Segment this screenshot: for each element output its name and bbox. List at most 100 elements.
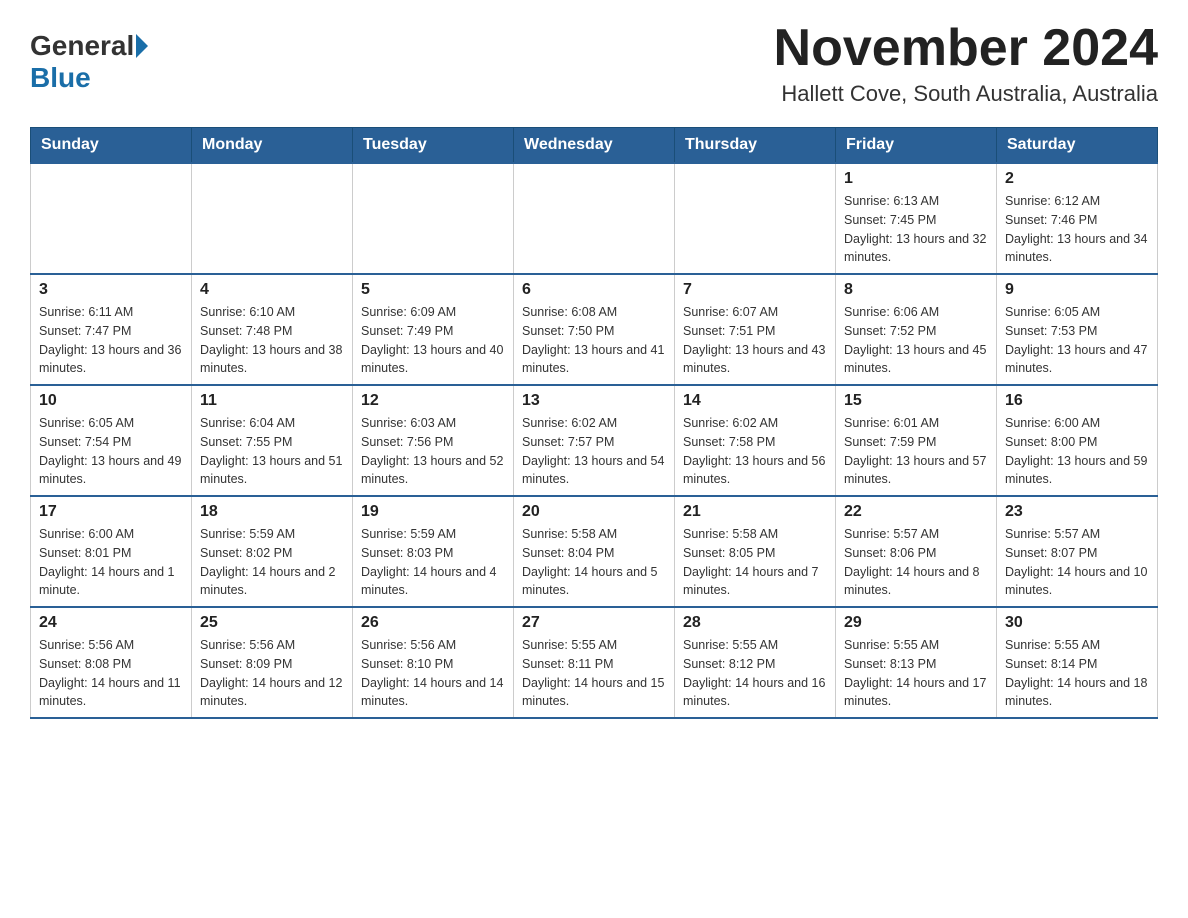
calendar-cell bbox=[192, 163, 353, 274]
calendar-cell: 15Sunrise: 6:01 AMSunset: 7:59 PMDayligh… bbox=[836, 385, 997, 496]
calendar-cell: 28 Sunrise: 5:55 AMSunset: 8:12 PMDayligh… bbox=[675, 607, 836, 718]
day-info: Sunrise: 6:08 AMSunset: 7:50 PMDaylight:… bbox=[522, 303, 666, 378]
day-number: 18 bbox=[200, 503, 344, 521]
day-info: Sunrise: 5:55 AMSunset: 8:11 PMDaylight:… bbox=[522, 636, 666, 711]
calendar-week-1: 1 Sunrise: 6:13 AMSunset: 7:45 PMDaylight… bbox=[31, 163, 1158, 274]
day-number: 16 bbox=[1005, 392, 1149, 410]
day-info: Sunrise: 5:55 AMSunset: 8:12 PMDaylight:… bbox=[683, 636, 827, 711]
calendar-cell bbox=[675, 163, 836, 274]
day-number: 7 bbox=[683, 281, 827, 299]
day-number: 27 bbox=[522, 614, 666, 632]
day-info: Sunrise: 6:06 AMSunset: 7:52 PMDaylight:… bbox=[844, 303, 988, 378]
day-number: 21 bbox=[683, 503, 827, 521]
calendar-cell: 10Sunrise: 6:05 AMSunset: 7:54 PMDayligh… bbox=[31, 385, 192, 496]
day-number: 29 bbox=[844, 614, 988, 632]
day-info: Sunrise: 6:10 AMSunset: 7:48 PMDaylight:… bbox=[200, 303, 344, 378]
calendar-cell: 18 Sunrise: 5:59 AMSunset: 8:02 PMDayligh… bbox=[192, 496, 353, 607]
day-number: 30 bbox=[1005, 614, 1149, 632]
day-number: 4 bbox=[200, 281, 344, 299]
day-info: Sunrise: 6:02 AMSunset: 7:58 PMDaylight:… bbox=[683, 414, 827, 489]
day-number: 20 bbox=[522, 503, 666, 521]
day-info: Sunrise: 6:11 AMSunset: 7:47 PMDaylight:… bbox=[39, 303, 183, 378]
calendar-cell: 2 Sunrise: 6:12 AMSunset: 7:46 PMDaylight… bbox=[997, 163, 1158, 274]
day-info: Sunrise: 5:55 AMSunset: 8:14 PMDaylight:… bbox=[1005, 636, 1149, 711]
day-number: 8 bbox=[844, 281, 988, 299]
day-number: 11 bbox=[200, 392, 344, 410]
calendar-cell: 5Sunrise: 6:09 AMSunset: 7:49 PMDaylight… bbox=[353, 274, 514, 385]
calendar-cell: 7 Sunrise: 6:07 AMSunset: 7:51 PMDaylight… bbox=[675, 274, 836, 385]
calendar-cell: 9 Sunrise: 6:05 AMSunset: 7:53 PMDaylight… bbox=[997, 274, 1158, 385]
calendar-cell: 27 Sunrise: 5:55 AMSunset: 8:11 PMDayligh… bbox=[514, 607, 675, 718]
day-info: Sunrise: 6:03 AMSunset: 7:56 PMDaylight:… bbox=[361, 414, 505, 489]
calendar-cell: 4 Sunrise: 6:10 AMSunset: 7:48 PMDaylight… bbox=[192, 274, 353, 385]
day-info: Sunrise: 5:56 AMSunset: 8:09 PMDaylight:… bbox=[200, 636, 344, 711]
weekday-header-monday: Monday bbox=[192, 128, 353, 164]
day-number: 15 bbox=[844, 392, 988, 410]
weekday-header-tuesday: Tuesday bbox=[353, 128, 514, 164]
day-number: 9 bbox=[1005, 281, 1149, 299]
calendar-week-4: 17 Sunrise: 6:00 AMSunset: 8:01 PMDayligh… bbox=[31, 496, 1158, 607]
calendar-cell: 22 Sunrise: 5:57 AMSunset: 8:06 PMDayligh… bbox=[836, 496, 997, 607]
calendar-cell: 24Sunrise: 5:56 AMSunset: 8:08 PMDayligh… bbox=[31, 607, 192, 718]
day-number: 2 bbox=[1005, 170, 1149, 188]
day-number: 23 bbox=[1005, 503, 1149, 521]
calendar-cell: 11 Sunrise: 6:04 AMSunset: 7:55 PMDayligh… bbox=[192, 385, 353, 496]
weekday-header-friday: Friday bbox=[836, 128, 997, 164]
day-info: Sunrise: 6:00 AMSunset: 8:00 PMDaylight:… bbox=[1005, 414, 1149, 489]
day-number: 17 bbox=[39, 503, 183, 521]
day-info: Sunrise: 6:09 AMSunset: 7:49 PMDaylight:… bbox=[361, 303, 505, 378]
day-info: Sunrise: 6:00 AMSunset: 8:01 PMDaylight:… bbox=[39, 525, 183, 600]
calendar-week-5: 24Sunrise: 5:56 AMSunset: 8:08 PMDayligh… bbox=[31, 607, 1158, 718]
calendar-table: SundayMondayTuesdayWednesdayThursdayFrid… bbox=[30, 127, 1158, 719]
calendar-cell: 13 Sunrise: 6:02 AMSunset: 7:57 PMDayligh… bbox=[514, 385, 675, 496]
calendar-cell bbox=[353, 163, 514, 274]
calendar-cell: 16 Sunrise: 6:00 AMSunset: 8:00 PMDayligh… bbox=[997, 385, 1158, 496]
calendar-week-3: 10Sunrise: 6:05 AMSunset: 7:54 PMDayligh… bbox=[31, 385, 1158, 496]
calendar-cell: 20Sunrise: 5:58 AMSunset: 8:04 PMDayligh… bbox=[514, 496, 675, 607]
title-block: November 2024 Hallett Cove, South Austra… bbox=[774, 20, 1158, 107]
calendar-cell: 21Sunrise: 5:58 AMSunset: 8:05 PMDayligh… bbox=[675, 496, 836, 607]
calendar-cell: 30 Sunrise: 5:55 AMSunset: 8:14 PMDayligh… bbox=[997, 607, 1158, 718]
day-number: 13 bbox=[522, 392, 666, 410]
day-number: 24 bbox=[39, 614, 183, 632]
calendar-week-2: 3 Sunrise: 6:11 AMSunset: 7:47 PMDaylight… bbox=[31, 274, 1158, 385]
day-info: Sunrise: 5:56 AMSunset: 8:10 PMDaylight:… bbox=[361, 636, 505, 711]
day-info: Sunrise: 6:07 AMSunset: 7:51 PMDaylight:… bbox=[683, 303, 827, 378]
day-info: Sunrise: 6:02 AMSunset: 7:57 PMDaylight:… bbox=[522, 414, 666, 489]
weekday-header-wednesday: Wednesday bbox=[514, 128, 675, 164]
calendar-cell: 6Sunrise: 6:08 AMSunset: 7:50 PMDaylight… bbox=[514, 274, 675, 385]
calendar-cell: 1 Sunrise: 6:13 AMSunset: 7:45 PMDaylight… bbox=[836, 163, 997, 274]
page-header: General Blue November 2024 Hallett Cove,… bbox=[30, 20, 1158, 107]
calendar-cell: 12Sunrise: 6:03 AMSunset: 7:56 PMDayligh… bbox=[353, 385, 514, 496]
calendar-cell bbox=[514, 163, 675, 274]
calendar-cell: 26 Sunrise: 5:56 AMSunset: 8:10 PMDayligh… bbox=[353, 607, 514, 718]
calendar-cell bbox=[31, 163, 192, 274]
day-info: Sunrise: 6:05 AMSunset: 7:53 PMDaylight:… bbox=[1005, 303, 1149, 378]
day-number: 28 bbox=[683, 614, 827, 632]
calendar-cell: 17 Sunrise: 6:00 AMSunset: 8:01 PMDayligh… bbox=[31, 496, 192, 607]
calendar-cell: 8 Sunrise: 6:06 AMSunset: 7:52 PMDaylight… bbox=[836, 274, 997, 385]
day-info: Sunrise: 6:05 AMSunset: 7:54 PMDaylight:… bbox=[39, 414, 183, 489]
day-number: 22 bbox=[844, 503, 988, 521]
day-info: Sunrise: 5:57 AMSunset: 8:06 PMDaylight:… bbox=[844, 525, 988, 600]
weekday-header-sunday: Sunday bbox=[31, 128, 192, 164]
calendar-cell: 3 Sunrise: 6:11 AMSunset: 7:47 PMDaylight… bbox=[31, 274, 192, 385]
logo-triangle-icon bbox=[136, 34, 148, 58]
logo: General Blue bbox=[30, 30, 150, 94]
calendar-cell: 25Sunrise: 5:56 AMSunset: 8:09 PMDayligh… bbox=[192, 607, 353, 718]
day-info: Sunrise: 6:12 AMSunset: 7:46 PMDaylight:… bbox=[1005, 192, 1149, 267]
calendar-cell: 14 Sunrise: 6:02 AMSunset: 7:58 PMDayligh… bbox=[675, 385, 836, 496]
day-number: 19 bbox=[361, 503, 505, 521]
day-number: 1 bbox=[844, 170, 988, 188]
location-title: Hallett Cove, South Australia, Australia bbox=[774, 81, 1158, 107]
day-info: Sunrise: 6:04 AMSunset: 7:55 PMDaylight:… bbox=[200, 414, 344, 489]
day-info: Sunrise: 5:57 AMSunset: 8:07 PMDaylight:… bbox=[1005, 525, 1149, 600]
month-title: November 2024 bbox=[774, 20, 1158, 77]
day-number: 3 bbox=[39, 281, 183, 299]
calendar-cell: 29 Sunrise: 5:55 AMSunset: 8:13 PMDayligh… bbox=[836, 607, 997, 718]
day-info: Sunrise: 5:55 AMSunset: 8:13 PMDaylight:… bbox=[844, 636, 988, 711]
day-number: 14 bbox=[683, 392, 827, 410]
day-number: 26 bbox=[361, 614, 505, 632]
day-info: Sunrise: 5:59 AMSunset: 8:02 PMDaylight:… bbox=[200, 525, 344, 600]
day-info: Sunrise: 6:13 AMSunset: 7:45 PMDaylight:… bbox=[844, 192, 988, 267]
